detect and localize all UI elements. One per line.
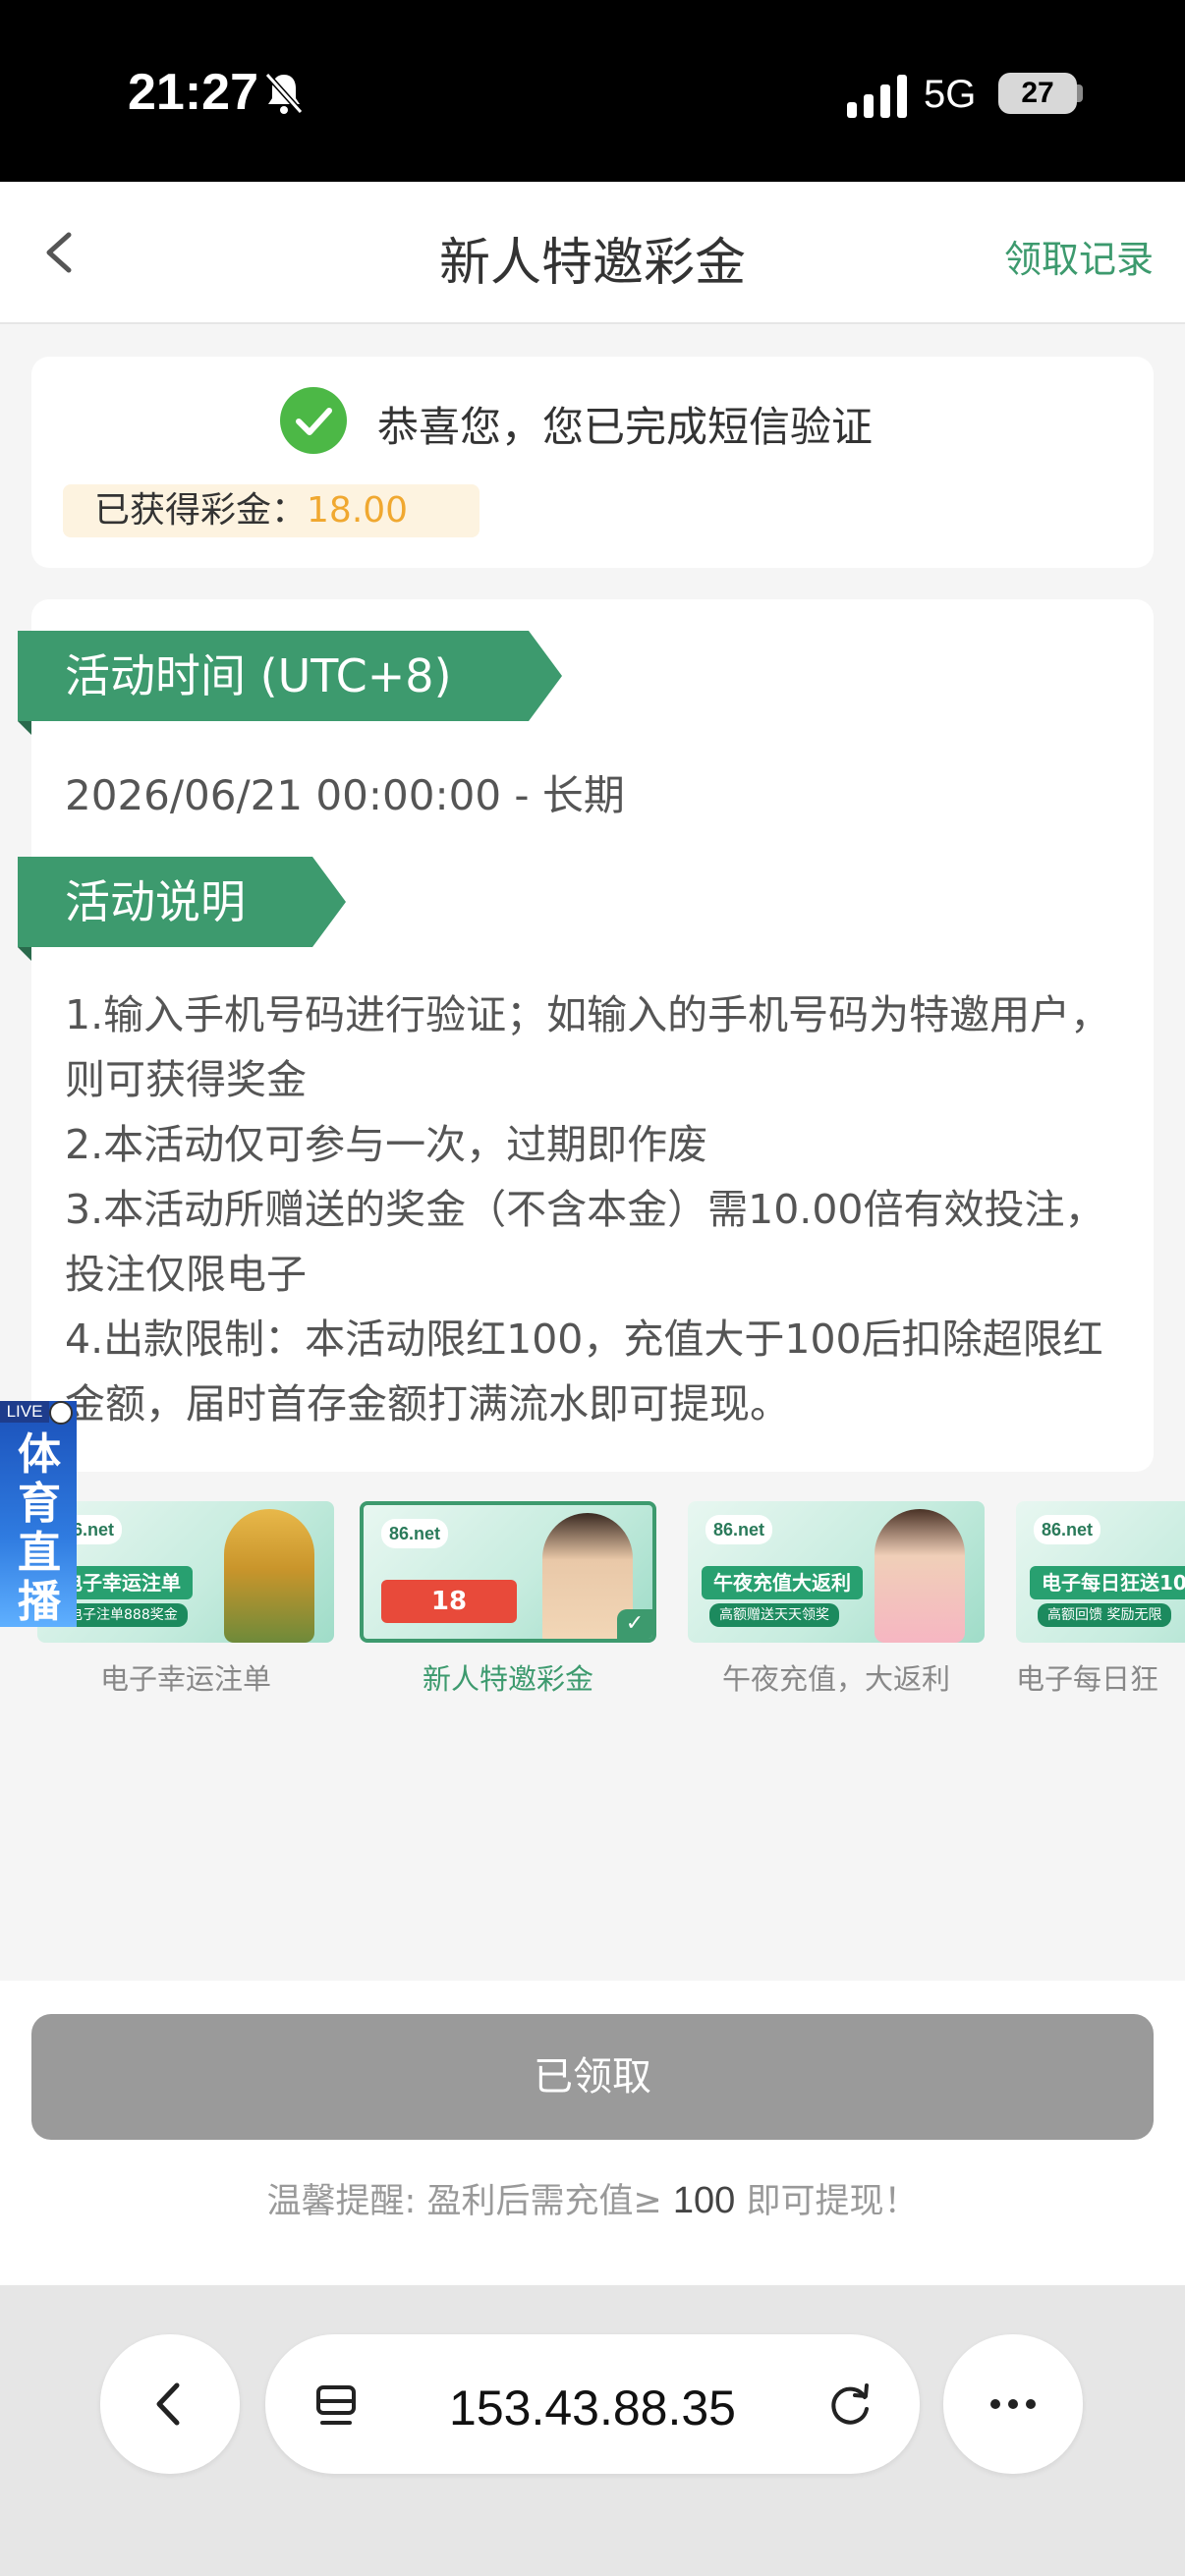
reminder-prefix: 温馨提醒: 盈利后需充值≥ bbox=[266, 2182, 673, 2221]
bonus-earned: 已获得彩金：18.00 bbox=[63, 484, 480, 537]
rule-item: 3.本活动所赠送的奖金（不含本金）需10.00倍有效投注，投注仅限电子 bbox=[65, 1186, 1105, 1298]
promo-label[interactable]: 午夜充值，大返利 bbox=[688, 1656, 985, 1698]
promo-label[interactable]: 新人特邀彩金 bbox=[360, 1656, 656, 1698]
rule-item: 1.输入手机号码进行验证；如输入的手机号码为特邀用户，则可获得奖金 bbox=[65, 991, 1111, 1103]
activity-time-heading: 活动时间 (UTC+8) bbox=[18, 631, 562, 735]
promo-image[interactable]: 86.net 电子幸运注单 电子注单888奖金 bbox=[37, 1501, 334, 1643]
promo-image[interactable]: 86.net 午夜充值大返利 高额赠送天天领奖 bbox=[688, 1501, 985, 1643]
promo-image[interactable]: 86.net 18 ✓ bbox=[360, 1501, 656, 1643]
promo-item[interactable]: 86.net 电子幸运注单 电子注单888奖金 电子幸运注单 bbox=[37, 1501, 334, 1698]
signal-icon bbox=[847, 75, 907, 118]
claim-record-link[interactable]: 领取记录 bbox=[1004, 229, 1154, 283]
promo-item[interactable]: 86.net 午夜充值大返利 高额赠送天天领奖 午夜充值，大返利 bbox=[688, 1501, 985, 1698]
battery-nub bbox=[1077, 84, 1083, 102]
browser-address-bar[interactable]: 153.43.88.35 bbox=[265, 2334, 920, 2474]
promo-logo: 86.net bbox=[705, 1515, 773, 1544]
battery-icon: 27 bbox=[998, 73, 1077, 114]
promo-banner: 午夜充值大返利 bbox=[702, 1566, 863, 1599]
network-type: 5G bbox=[924, 73, 977, 116]
activity-desc-heading: 活动说明 bbox=[18, 857, 346, 961]
nav-bar: 新人特邀彩金 领取记录 bbox=[0, 182, 1185, 324]
browser-toolbar: 153.43.88.35 bbox=[0, 2285, 1185, 2576]
chevron-left-icon bbox=[156, 2382, 180, 2426]
live-badge-text: 体育直播 bbox=[18, 1429, 61, 1627]
reminder-amount: 100 bbox=[672, 2180, 736, 2221]
url-text[interactable]: 153.43.88.35 bbox=[265, 2380, 920, 2436]
promo-logo: 86.net bbox=[1034, 1515, 1101, 1544]
promo-carousel[interactable]: 86.net 电子幸运注单 电子注单888奖金 电子幸运注单 86.net 18… bbox=[0, 1501, 1185, 1698]
promo-model-image bbox=[875, 1509, 965, 1643]
activity-card: 活动时间 (UTC+8) 2026/06/21 00:00:00 - 长期 活动… bbox=[18, 599, 1154, 1472]
promo-sub: 高额赠送天天领奖 bbox=[709, 1603, 839, 1627]
promo-banner: 电子每日狂送10% bbox=[1030, 1566, 1185, 1599]
status-bar: 21:27 5G 27 bbox=[0, 0, 1185, 182]
promo-item-active[interactable]: 86.net 18 ✓ 新人特邀彩金 bbox=[360, 1501, 656, 1698]
promo-item[interactable]: 86.net 电子每日狂送10% 高额回馈 奖励无限 电子每日狂 bbox=[1016, 1501, 1185, 1698]
promo-image[interactable]: 86.net 电子每日狂送10% 高额回馈 奖励无限 bbox=[1016, 1501, 1185, 1643]
status-time: 21:27 bbox=[128, 64, 258, 121]
promo-label[interactable]: 电子每日狂 bbox=[1016, 1656, 1185, 1698]
success-message: 恭喜您，您已完成短信验证 bbox=[377, 403, 874, 451]
selected-check-icon: ✓ bbox=[617, 1609, 652, 1639]
browser-back-button[interactable] bbox=[100, 2334, 240, 2474]
activity-rules: 1.输入手机号码进行验证；如输入的手机号码为特邀用户，则可获得奖金 2.本活动仅… bbox=[65, 982, 1136, 1436]
sports-live-badge[interactable]: LIVE 体育直播 bbox=[0, 1401, 77, 1627]
claimed-button[interactable]: 已领取 bbox=[31, 2014, 1154, 2140]
more-icon bbox=[990, 2399, 1036, 2409]
reminder-suffix: 即可提现！ bbox=[735, 2182, 919, 2221]
soccer-ball-icon bbox=[49, 1401, 73, 1425]
bell-off-icon bbox=[264, 72, 304, 115]
live-tag: LIVE bbox=[0, 1401, 49, 1423]
promo-sub: 电子注单888奖金 bbox=[59, 1603, 188, 1627]
verification-success-card: 恭喜您，您已完成短信验证 已获得彩金：18.00 bbox=[31, 357, 1154, 568]
reload-icon[interactable] bbox=[825, 2380, 876, 2431]
activity-time-value: 2026/06/21 00:00:00 - 长期 bbox=[65, 771, 625, 819]
bonus-label: 已获得彩金： bbox=[94, 490, 308, 531]
promo-sub: 高额回馈 奖励无限 bbox=[1038, 1603, 1172, 1627]
reminder-text: 温馨提醒: 盈利后需充值≥ 100 即可提现！ bbox=[0, 2173, 1185, 2223]
promo-bonus-card: 18 bbox=[381, 1580, 517, 1623]
bottom-action-area: 已领取 温馨提醒: 盈利后需充值≥ 100 即可提现！ bbox=[0, 1981, 1185, 2285]
rule-item: 2.本活动仅可参与一次，过期即作废 bbox=[65, 1121, 708, 1168]
check-circle-icon bbox=[280, 387, 347, 454]
promo-logo: 86.net bbox=[381, 1519, 449, 1548]
promo-label[interactable]: 电子幸运注单 bbox=[37, 1656, 334, 1698]
bonus-value: 18.00 bbox=[307, 490, 409, 531]
rule-item: 4.出款限制：本活动限红100，充值大于100后扣除超限红金额，届时首存金额打满… bbox=[65, 1316, 1103, 1428]
browser-more-button[interactable] bbox=[943, 2334, 1083, 2474]
tiger-mascot-image bbox=[224, 1509, 314, 1643]
